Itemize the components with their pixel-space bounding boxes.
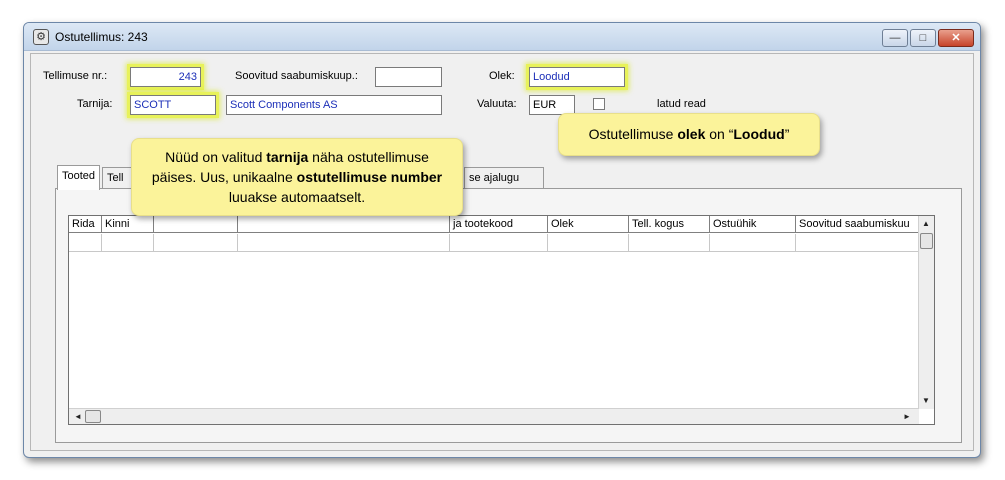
maximize-button[interactable]: □ [910, 29, 936, 47]
supplier-callout-text-3: luuakse automaatselt. [228, 189, 366, 205]
tab-tooted[interactable]: Tooted [57, 165, 100, 190]
scroll-left-arrow-icon[interactable]: ◄ [74, 412, 82, 421]
products-grid[interactable]: Rida Kinni ja tootekood Olek Tell. kogus… [68, 215, 935, 425]
scroll-down-arrow-icon[interactable]: ▼ [922, 396, 930, 405]
order-number-label: Tellimuse nr.: [43, 70, 108, 82]
vertical-scrollbar[interactable]: ▲ ▼ [918, 216, 934, 409]
supplier-callout-text-1: Nüüd on valitud [165, 149, 267, 165]
supplier-name-field: Scott Components AS [226, 95, 442, 115]
grid-header: Rida Kinni ja tootekood Olek Tell. kogus… [69, 216, 919, 233]
checkbox-label: latud read [657, 98, 706, 110]
currency-label: Valuuta: [477, 98, 517, 110]
tab-panel-tooted: Rida Kinni ja tootekood Olek Tell. kogus… [55, 188, 962, 443]
col-tell-kogus[interactable]: Tell. kogus [629, 216, 710, 233]
table-cell[interactable] [102, 234, 154, 252]
status-field: Loodud [529, 67, 625, 87]
supplier-code-field[interactable]: SCOTT [130, 95, 216, 115]
status-callout-bold-1: olek [677, 126, 706, 142]
desired-arrival-field[interactable] [375, 67, 442, 87]
status-label: Olek: [489, 70, 515, 82]
supplier-callout: Nüüd on valitud tarnija näha ostutellimu… [131, 99, 463, 216]
col-nimetus[interactable] [238, 216, 450, 233]
col-kinnitatud[interactable]: Kinni [102, 216, 154, 233]
table-cell[interactable] [548, 234, 629, 252]
purchase-order-window: ⚙ Ostutellimus: 243 — □ ✕ Tellimuse nr.:… [23, 22, 981, 458]
horizontal-scrollbar[interactable]: ◄ ► [69, 408, 919, 424]
status-callout-text-2: on “ [705, 126, 734, 142]
scroll-up-arrow-icon[interactable]: ▲ [922, 219, 930, 228]
close-button[interactable]: ✕ [938, 29, 974, 47]
col-ostuuhik[interactable]: Ostuühik [710, 216, 796, 233]
currency-field[interactable]: EUR [529, 95, 575, 115]
scroll-right-arrow-icon[interactable]: ► [903, 412, 911, 421]
status-callout-text-3: ” [784, 126, 790, 142]
vertical-scroll-thumb[interactable] [920, 233, 933, 249]
table-cell[interactable] [629, 234, 710, 252]
col-rida[interactable]: Rida [69, 216, 102, 233]
title-bar: ⚙ Ostutellimus: 243 — □ ✕ [24, 23, 980, 51]
col-soovitud-saabumiskuup[interactable]: Soovitud saabumiskuu [796, 216, 919, 233]
order-number-field[interactable]: 243 [130, 67, 201, 87]
col-toode[interactable] [154, 216, 238, 233]
form-area: Tellimuse nr.: 243 Soovitud saabumiskuup… [30, 53, 974, 451]
status-callout-bold-2: Loodud [733, 126, 785, 142]
minimize-button[interactable]: — [882, 29, 908, 47]
status-callout-text-1: Ostutellimuse [588, 126, 678, 142]
col-tarnija-tootekood[interactable]: ja tootekood [450, 216, 548, 233]
table-cell[interactable] [450, 234, 548, 252]
supplier-callout-bold-2: ostutellimuse number [296, 169, 443, 185]
table-cell[interactable] [796, 234, 919, 252]
col-olek[interactable]: Olek [548, 216, 629, 233]
table-cell[interactable] [238, 234, 450, 252]
horizontal-scroll-thumb[interactable] [85, 410, 101, 423]
supplier-label: Tarnija: [77, 98, 113, 110]
status-callout: Ostutellimuse olek on “Loodud” [558, 67, 820, 156]
gear-app-icon: ⚙ [33, 29, 49, 45]
window-title: Ostutellimus: 243 [55, 30, 148, 44]
table-cell[interactable] [69, 234, 102, 252]
supplier-callout-bold-1: tarnija [266, 149, 309, 165]
table-cell[interactable] [710, 234, 796, 252]
desired-arrival-label: Soovitud saabumiskuup.: [235, 70, 358, 82]
table-row[interactable] [69, 234, 919, 252]
tab-ajalugu[interactable]: se ajalugu [464, 167, 544, 189]
table-cell[interactable] [154, 234, 238, 252]
